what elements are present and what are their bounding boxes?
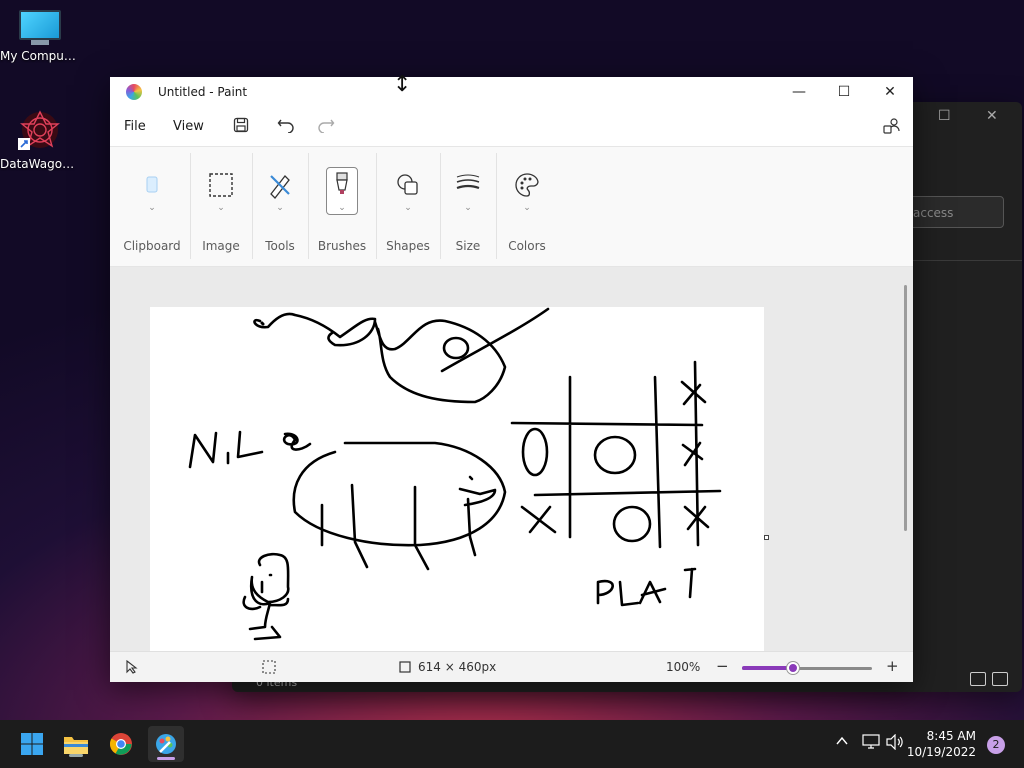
group-tools[interactable]: ⌄ Tools <box>252 147 308 265</box>
group-image[interactable]: ⌄ Image <box>190 147 252 265</box>
group-label: Brushes <box>317 239 367 253</box>
zoom-out-button[interactable]: − <box>716 657 729 675</box>
pencil-icon <box>266 171 294 199</box>
clock[interactable]: 8:45 AM 10/19/2022 <box>907 728 976 760</box>
minimize-button[interactable]: — <box>776 77 822 107</box>
clipboard-icon <box>138 171 166 199</box>
chrome-button[interactable] <box>106 729 136 759</box>
taskbar: 8:45 AM 10/19/2022 2 <box>0 720 1024 768</box>
volume-icon[interactable] <box>886 733 904 754</box>
search-input[interactable]: access <box>904 196 1004 228</box>
desktop-icon-datawagon[interactable]: DataWagon... <box>0 108 80 171</box>
maximize-button[interactable]: ☐ <box>821 77 867 107</box>
hippo-doodle <box>292 441 507 547</box>
selection-icon <box>262 660 276 677</box>
paint-app-icon <box>126 84 142 100</box>
folder-icon <box>64 737 88 754</box>
resize-handle[interactable] <box>764 535 769 540</box>
canvas-size: 614 × 460px <box>418 660 497 674</box>
start-button[interactable] <box>17 729 47 759</box>
menubar: File View <box>110 107 913 147</box>
titlebar: Untitled - Paint — ☐ ✕ <box>110 77 913 107</box>
canvas-size-icon <box>398 660 412 677</box>
clock-time: 8:45 AM <box>926 729 976 743</box>
paint-window[interactable]: Untitled - Paint — ☐ ✕ File View ⌄ Clipb… <box>110 77 913 682</box>
close-icon[interactable]: ✕ <box>986 108 998 124</box>
shapes-icon <box>394 171 422 199</box>
redo-icon[interactable] <box>316 117 336 137</box>
stick-figure-doodle <box>242 552 290 641</box>
notification-badge[interactable]: 2 <box>987 736 1005 754</box>
zoom-level[interactable]: 100% <box>666 660 700 674</box>
save-icon[interactable] <box>231 117 251 137</box>
maximize-icon[interactable]: ☐ <box>938 108 951 124</box>
window-title: Untitled - Paint <box>158 85 248 99</box>
paint-taskbar-button[interactable] <box>148 726 184 762</box>
palette-icon <box>513 171 541 199</box>
statusbar: 614 × 460px 100% − + <box>110 651 913 682</box>
datawagon-icon <box>16 108 64 154</box>
group-label: Image <box>202 239 240 253</box>
chevron-up-icon[interactable] <box>835 734 849 752</box>
text-play-doodle <box>596 567 697 607</box>
group-colors[interactable]: ⌄ Colors <box>496 147 558 265</box>
group-clipboard[interactable]: ⌄ Clipboard <box>118 147 186 265</box>
pointer-icon <box>126 659 138 677</box>
menu-view[interactable]: View <box>173 119 204 134</box>
chevron-down-icon: ⌄ <box>338 203 346 213</box>
snake-eye-doodle <box>442 336 470 360</box>
chevron-down-icon: ⌄ <box>217 203 225 213</box>
resize-cursor-icon: ↕ <box>393 72 412 97</box>
select-icon <box>207 171 235 199</box>
fish-doodle <box>253 312 377 347</box>
computer-icon <box>19 10 61 46</box>
group-shapes[interactable]: ⌄ Shapes <box>376 147 440 265</box>
clock-date: 10/19/2022 <box>906 745 976 759</box>
network-icon[interactable] <box>862 734 880 754</box>
details-view-icon[interactable] <box>970 672 986 686</box>
chevron-down-icon: ⌄ <box>464 203 472 213</box>
vertical-scrollbar[interactable] <box>904 285 907 531</box>
chevron-down-icon: ⌄ <box>404 203 412 213</box>
menu-file[interactable]: File <box>124 119 146 134</box>
text-nile-doodle <box>188 430 312 469</box>
chevron-down-icon: ⌄ <box>276 203 284 213</box>
ribbon: ⌄ Clipboard ⌄ Image ⌄ Tools ⌄ Brushes ⌄ … <box>110 147 913 267</box>
desktop-icon-label: My Computer <box>0 49 80 63</box>
x-marks <box>520 380 710 534</box>
file-explorer-button[interactable] <box>61 729 91 759</box>
close-button[interactable]: ✕ <box>867 77 913 107</box>
canvas-area[interactable] <box>110 267 913 651</box>
windows-icon <box>21 733 43 755</box>
drawing-canvas[interactable] <box>150 307 764 651</box>
paint-icon <box>156 734 176 754</box>
group-label: Size <box>455 239 481 253</box>
group-label: Colors <box>508 239 546 253</box>
snake-doodle <box>373 319 507 404</box>
undo-icon[interactable] <box>276 117 296 137</box>
zoom-slider-fill <box>742 666 792 670</box>
chevron-down-icon: ⌄ <box>523 203 531 213</box>
group-label: Shapes <box>386 239 430 253</box>
zoom-in-button[interactable]: + <box>886 657 899 675</box>
chevron-down-icon: ⌄ <box>148 203 156 213</box>
group-label: Tools <box>265 239 295 253</box>
group-size[interactable]: ⌄ Size <box>440 147 496 265</box>
desktop-icon-label: DataWagon... <box>0 157 80 171</box>
group-label: Clipboard <box>123 239 181 253</box>
group-brushes[interactable]: ⌄ Brushes <box>308 147 376 265</box>
tiles-view-icon[interactable] <box>992 672 1008 686</box>
chrome-icon <box>110 733 132 755</box>
zoom-slider-thumb[interactable] <box>787 662 799 674</box>
desktop-icon-my-computer[interactable]: My Computer <box>0 10 80 63</box>
size-icon <box>454 171 482 199</box>
account-settings-icon[interactable] <box>882 117 902 137</box>
